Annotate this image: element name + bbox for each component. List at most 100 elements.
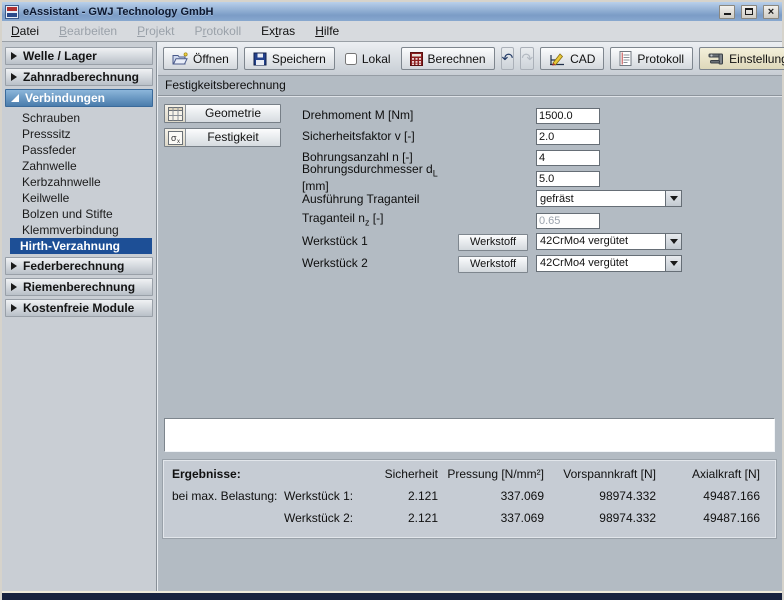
- menu-extras[interactable]: Extras: [261, 24, 295, 38]
- clamp-tool-icon: [708, 52, 724, 66]
- menu-projekt: Projekt: [137, 24, 174, 38]
- werkstoff-2-dropdown[interactable]: 42CrMo4 vergütet: [536, 255, 682, 272]
- cad-button[interactable]: CAD: [540, 47, 604, 70]
- dropdown-selected-value: 42CrMo4 vergütet: [540, 257, 628, 269]
- sidebar-section-federberechnung[interactable]: Federberechnung: [5, 257, 153, 275]
- calculate-button[interactable]: Berechnen: [401, 47, 495, 70]
- field-label: Drehmoment M [Nm]: [302, 108, 458, 122]
- maximize-button[interactable]: [741, 5, 757, 19]
- form-row-ausfuehrung-traganteil: Ausführung Traganteil gefräst: [302, 188, 688, 209]
- chevron-right-icon: [11, 262, 17, 270]
- field-label: Ausführung Traganteil: [302, 192, 458, 206]
- sidebar-item-kerbzahnwelle[interactable]: Kerbzahnwelle: [6, 174, 152, 190]
- sidebar-item-schrauben[interactable]: Schrauben: [6, 110, 152, 126]
- undo-button[interactable]: ↶: [501, 47, 515, 70]
- sicherheitsfaktor-input[interactable]: [536, 129, 600, 145]
- dropdown-arrow-button[interactable]: [665, 234, 681, 249]
- menu-datei[interactable]: Datei: [11, 24, 39, 38]
- strength-label: Festigkeit: [186, 129, 280, 146]
- sidebar-item-presssitz[interactable]: Presssitz: [6, 126, 152, 142]
- menu-hilfe[interactable]: Hilfe: [315, 24, 339, 38]
- results-row-label: Werkstück 2:: [284, 511, 374, 525]
- drehmoment-input[interactable]: [536, 108, 600, 124]
- field-label: Bohrungsdurchmesser dL [mm]: [302, 162, 458, 192]
- protocol-button[interactable]: Protokoll: [610, 47, 693, 70]
- chevron-right-icon: [11, 304, 17, 312]
- sidebar-item-passfeder[interactable]: Passfeder: [6, 142, 152, 158]
- sidebar-section-welle-lager[interactable]: Welle / Lager: [5, 47, 153, 65]
- werkstoff-1-button[interactable]: Werkstoff: [458, 234, 528, 251]
- result-value: 49487.166: [656, 489, 760, 503]
- maximize-icon: [745, 8, 753, 15]
- sidebar-section-zahnradberechnung[interactable]: Zahnradberechnung: [5, 68, 153, 86]
- local-label: Lokal: [362, 52, 391, 66]
- result-value: 98974.332: [544, 489, 656, 503]
- results-column-pressung: Pressung [N/mm²]: [438, 467, 544, 481]
- application-window: eAssistant - GWJ Technology GmbH × Datei…: [0, 0, 784, 600]
- bohrungsanzahl-input[interactable]: [536, 150, 600, 166]
- geometry-button[interactable]: Geometrie: [164, 104, 281, 123]
- sidebar-item-keilwelle[interactable]: Keilwelle: [6, 190, 152, 206]
- section-title: Festigkeitsberechnung: [165, 78, 286, 92]
- sidebar-item-hirth-verzahnung[interactable]: Hirth-Verzahnung: [10, 238, 152, 254]
- minimize-icon: [724, 8, 731, 15]
- result-value: 337.069: [438, 489, 544, 503]
- input-form: Drehmoment M [Nm] Sicherheitsfaktor v [-…: [302, 103, 688, 416]
- undo-icon: ↶: [502, 50, 514, 67]
- save-button[interactable]: Speichern: [244, 47, 335, 70]
- field-label: Traganteil nz [-]: [302, 211, 458, 227]
- svg-text:x: x: [177, 139, 180, 145]
- dropdown-arrow-button[interactable]: [665, 191, 681, 206]
- form-row-werkstueck-2: Werkstück 2 Werkstoff 42CrMo4 vergütet: [302, 252, 688, 274]
- document-icon: [619, 51, 632, 66]
- field-label: Werkstück 1: [302, 234, 458, 248]
- werkstoff-1-dropdown[interactable]: 42CrMo4 vergütet: [536, 233, 682, 250]
- sidebar-item-zahnwelle[interactable]: Zahnwelle: [6, 158, 152, 174]
- redo-icon: ↷: [521, 50, 533, 67]
- menu-protokoll: Protokoll: [194, 24, 241, 38]
- open-folder-icon: [172, 52, 188, 66]
- module-nav: Geometrie σ x Festigkeit: [164, 103, 292, 416]
- field-label: Werkstück 2: [302, 256, 458, 270]
- close-icon: ×: [768, 7, 774, 17]
- sidebar-item-klemmverbindung[interactable]: Klemmverbindung: [6, 222, 152, 238]
- traganteil-dropdown[interactable]: gefräst: [536, 190, 682, 207]
- window-title: eAssistant - GWJ Technology GmbH: [23, 6, 713, 18]
- chevron-right-icon: [11, 52, 17, 60]
- sidebar-section-kostenfreie-module[interactable]: Kostenfreie Module: [5, 299, 153, 317]
- open-button[interactable]: Öffnen: [163, 47, 238, 70]
- sidebar-section-label: Federberechnung: [23, 259, 124, 273]
- results-row-label: Werkstück 1:: [284, 489, 374, 503]
- results-panel: Ergebnisse: Sicherheit Pressung [N/mm²] …: [163, 460, 776, 538]
- strength-button[interactable]: σ x Festigkeit: [164, 128, 281, 147]
- minimize-button[interactable]: [719, 5, 735, 19]
- chevron-expanded-icon: [11, 94, 19, 102]
- bohrungsdurchmesser-input[interactable]: [536, 171, 600, 187]
- settings-button[interactable]: Einstellungen: [699, 47, 784, 70]
- close-button[interactable]: ×: [763, 5, 779, 19]
- sidebar-item-bolzen-und-stifte[interactable]: Bolzen und Stifte: [6, 206, 152, 222]
- results-condition-label: bei max. Belastung:: [172, 489, 284, 503]
- message-box: [164, 418, 775, 452]
- form-row-bohrungsdurchmesser: Bohrungsdurchmesser dL [mm]: [302, 167, 688, 188]
- sidebar-section-verbindungen[interactable]: Verbindungen: [5, 89, 153, 107]
- form-row-traganteil: Traganteil nz [-]: [302, 209, 688, 230]
- form-area: Geometrie σ x Festigkeit: [158, 96, 782, 416]
- window-bottom-edge: [2, 591, 782, 600]
- grid-table-icon: [165, 105, 186, 122]
- section-title-bar: Festigkeitsberechnung: [158, 76, 782, 96]
- result-value: 49487.166: [656, 511, 760, 525]
- sidebar-section-riemenberechnung[interactable]: Riemenberechnung: [5, 278, 153, 296]
- sigma-x-icon: σ x: [165, 129, 186, 146]
- result-value: 2.121: [374, 489, 438, 503]
- local-checkbox[interactable]: [345, 53, 357, 65]
- cad-label: CAD: [570, 52, 595, 66]
- title-bar: eAssistant - GWJ Technology GmbH ×: [2, 2, 782, 21]
- werkstoff-2-button[interactable]: Werkstoff: [458, 256, 528, 273]
- chevron-down-icon: [670, 261, 678, 266]
- calculator-icon: [410, 52, 423, 66]
- save-label: Speichern: [272, 52, 326, 66]
- cad-drawing-icon: [549, 51, 565, 66]
- result-value: 98974.332: [544, 511, 656, 525]
- dropdown-arrow-button[interactable]: [665, 256, 681, 271]
